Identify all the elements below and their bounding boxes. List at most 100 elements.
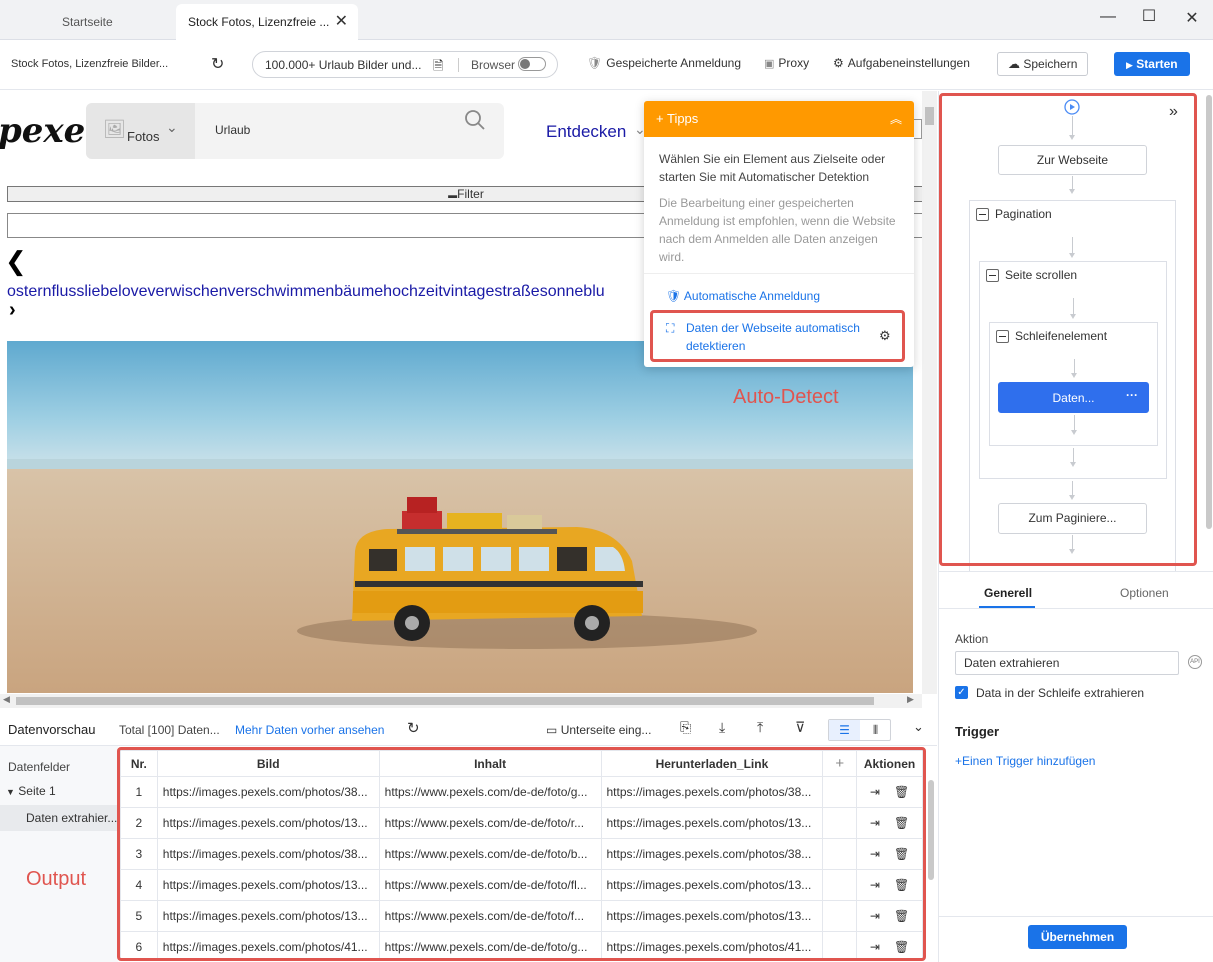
node-goto-page[interactable]: Zur Webseite (998, 145, 1147, 175)
search-icon[interactable] (464, 109, 486, 131)
table-cell[interactable]: https://www.pexels.com/de-de/foto/fl... (378, 869, 602, 901)
table-scrollbar-thumb[interactable] (928, 780, 934, 880)
document-icon[interactable]: 🗎 (433, 57, 443, 79)
open-icon[interactable]: ⇥ (870, 847, 880, 861)
column-header[interactable]: Inhalt (378, 750, 602, 777)
scrollbar-thumb[interactable] (925, 107, 934, 125)
export-icon[interactable]: ⎘ (680, 719, 691, 736)
group-scroll-page[interactable]: Seite scrollen Schleifenelement Daten...… (979, 261, 1167, 479)
table-cell[interactable]: https://images.pexels.com/photos/13... (600, 869, 824, 901)
delete-icon[interactable]: 🗑 (894, 847, 909, 861)
group-title[interactable]: Seite scrollen (986, 268, 1077, 282)
upload-icon[interactable]: ⤒ (757, 719, 763, 736)
add-column-button[interactable]: + (822, 750, 858, 777)
tag-list[interactable]: osternflussliebeloveverwischenverschwimm… (7, 283, 605, 301)
add-trigger-link[interactable]: +Einen Trigger hinzufügen (955, 754, 1095, 768)
table-cell[interactable]: https://images.pexels.com/photos/13... (156, 869, 380, 901)
arrow-right-icon[interactable]: ▶ (907, 694, 914, 705)
window-close-icon[interactable]: ✕ (1180, 8, 1204, 28)
column-view-icon[interactable]: ⦀ (860, 720, 891, 740)
table-row[interactable]: 4 https://images.pexels.com/photos/13... h… (120, 869, 923, 901)
table-cell[interactable]: https://images.pexels.com/photos/38... (156, 838, 380, 870)
search-type-dropdown[interactable]: 🖼 Fotos ⌄ (86, 103, 195, 159)
table-cell[interactable]: https://images.pexels.com/photos/41... (156, 931, 380, 958)
api-icon[interactable]: API (1188, 655, 1202, 669)
collapse-icon[interactable]: ︽ (890, 101, 902, 137)
search-bar[interactable]: 🖼 Fotos ⌄ Urlaub (86, 103, 504, 159)
start-button[interactable]: ▶ Starten (1114, 52, 1190, 76)
table-cell[interactable]: https://images.pexels.com/photos/13... (600, 807, 824, 839)
node-extract-data[interactable]: Daten... ··· (998, 382, 1149, 413)
collapse-down-icon[interactable]: ⌄ (913, 719, 924, 735)
delete-icon[interactable]: 🗑 (894, 785, 909, 799)
chevron-left-icon[interactable]: ❮ (5, 246, 27, 277)
proxy-button[interactable]: ▣ Proxy (764, 56, 809, 70)
table-cell[interactable]: https://www.pexels.com/de-de/foto/b... (378, 838, 602, 870)
gear-icon[interactable]: ⚙ (879, 327, 891, 345)
maximize-icon[interactable]: ☐ (1137, 6, 1161, 26)
search-input[interactable]: Urlaub (215, 123, 250, 137)
group-title[interactable]: Pagination (976, 207, 1052, 221)
reload-icon[interactable]: ↻ (211, 54, 224, 74)
table-cell[interactable]: https://images.pexels.com/photos/13... (156, 807, 380, 839)
play-circle-icon[interactable] (1064, 99, 1080, 115)
collapse-icon[interactable] (986, 268, 999, 282)
saved-login-button[interactable]: 🛡 Gespeicherte Anmeldung (587, 56, 741, 70)
table-cell[interactable]: https://www.pexels.com/de-de/foto/r... (378, 807, 602, 839)
table-cell[interactable]: https://images.pexels.com/photos/38... (156, 776, 380, 808)
url-box[interactable]: 100.000+ Urlaub Bilder und... 🗎 Browser (252, 51, 558, 78)
tab-stock-fotos[interactable]: Stock Fotos, Lizenzfreie ... ✕ (176, 4, 358, 40)
table-cell[interactable]: https://images.pexels.com/photos/41... (600, 931, 824, 958)
workflow-canvas[interactable]: » Zur Webseite Pagination Seite scrollen… (939, 91, 1201, 571)
table-row[interactable]: 3 https://images.pexels.com/photos/38... h… (120, 838, 923, 870)
table-row[interactable]: 5 https://images.pexels.com/photos/13... h… (120, 900, 923, 932)
expand-icon[interactable]: » (1169, 103, 1178, 121)
chevron-right-icon[interactable]: › (9, 299, 16, 322)
tips-header[interactable]: + Tipps ︽ (644, 101, 914, 137)
column-header[interactable]: Bild (156, 750, 380, 777)
table-cell[interactable]: https://www.pexels.com/de-de/foto/g... (378, 931, 602, 958)
save-button[interactable]: ☁ Speichern (997, 52, 1089, 76)
refresh-icon[interactable]: ↻ (407, 719, 420, 737)
delete-icon[interactable]: 🗑 (894, 909, 909, 923)
table-cell[interactable]: https://images.pexels.com/photos/38... (600, 838, 824, 870)
loop-checkbox[interactable]: ✓ (955, 686, 968, 699)
task-settings-button[interactable]: ⚙ Aufgabeneinstellungen (833, 56, 970, 70)
delete-icon[interactable]: 🗑 (894, 878, 909, 892)
minimize-icon[interactable]: — (1096, 8, 1120, 26)
filter-icon[interactable]: ⊽ (795, 719, 805, 736)
group-loop-element[interactable]: Schleifenelement Daten... ··· (989, 322, 1158, 446)
arrow-left-icon[interactable]: ◀ (3, 694, 10, 705)
action-input[interactable]: Daten extrahieren (955, 651, 1179, 675)
tab-general[interactable]: Generell (984, 586, 1032, 600)
scrollbar-thumb[interactable] (1206, 95, 1212, 529)
horizontal-scrollbar[interactable]: ◀ ▶ (0, 694, 922, 708)
close-icon[interactable]: ✕ (335, 4, 348, 40)
node-goto-pagination[interactable]: Zum Paginiere... (998, 503, 1147, 534)
open-icon[interactable]: ⇥ (870, 940, 880, 954)
download-icon[interactable]: ⤓ (719, 719, 725, 736)
tab-options[interactable]: Optionen (1120, 586, 1169, 600)
apply-button[interactable]: Übernehmen (1028, 925, 1127, 949)
table-cell[interactable]: https://images.pexels.com/photos/38... (600, 776, 824, 808)
tab-startseite[interactable]: Startseite (50, 4, 125, 40)
browser-toggle[interactable] (518, 57, 546, 74)
nav-explore[interactable]: Entdecken (546, 122, 626, 142)
tree-page-1[interactable]: ▼ Seite 1 (6, 784, 56, 798)
url-input[interactable]: 100.000+ Urlaub Bilder und... (265, 58, 421, 72)
table-cell[interactable]: https://images.pexels.com/photos/13... (156, 900, 380, 932)
more-icon[interactable]: ··· (1126, 380, 1138, 411)
table-row[interactable]: 1 https://images.pexels.com/photos/38... h… (120, 776, 923, 808)
group-pagination[interactable]: Pagination Seite scrollen Schleifeneleme… (969, 200, 1176, 571)
open-icon[interactable]: ⇥ (870, 816, 880, 830)
table-row[interactable]: 6 https://images.pexels.com/photos/41... h… (120, 931, 923, 958)
column-header[interactable]: Nr. (120, 750, 158, 777)
table-cell[interactable]: https://www.pexels.com/de-de/foto/f... (378, 900, 602, 932)
collapse-icon[interactable] (996, 329, 1009, 343)
open-icon[interactable]: ⇥ (870, 909, 880, 923)
open-icon[interactable]: ⇥ (870, 878, 880, 892)
list-view-icon[interactable]: ☰ (829, 720, 860, 740)
delete-icon[interactable]: 🗑 (894, 816, 909, 830)
table-row[interactable]: 2 https://images.pexels.com/photos/13... h… (120, 807, 923, 839)
auto-login-link[interactable]: 🛡 Automatische Anmeldung (666, 289, 820, 303)
